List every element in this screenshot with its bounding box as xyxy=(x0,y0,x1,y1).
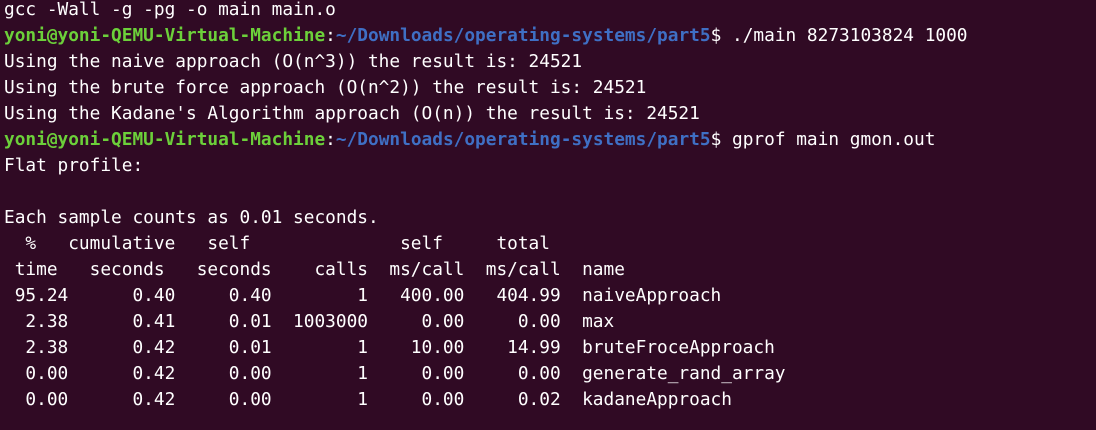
output-line: Each sample counts as 0.01 seconds. xyxy=(4,207,379,228)
profile-header-row: time seconds seconds calls ms/call ms/ca… xyxy=(4,259,668,280)
output-line: Using the Kadane's Algorithm approach (O… xyxy=(4,103,700,124)
profile-row: 2.38 0.42 0.01 1 10.00 14.99 bruteFroceA… xyxy=(4,337,775,358)
prompt-user-host: yoni@yoni-QEMU-Virtual-Machine xyxy=(4,25,326,46)
profile-row: 95.24 0.40 0.40 1 400.00 404.99 naiveApp… xyxy=(4,285,722,306)
output-line: Using the naive approach (O(n^3)) the re… xyxy=(4,51,583,72)
prompt-line: yoni@yoni-QEMU-Virtual-Machine:~/Downloa… xyxy=(4,127,1096,153)
prompt-symbol: $ xyxy=(710,25,732,46)
prompt-separator: : xyxy=(325,129,336,150)
profile-header-row: % cumulative self self total xyxy=(4,233,668,254)
prompt-path: ~/Downloads/operating-systems/part5 xyxy=(335,25,711,46)
prompt-line: yoni@yoni-QEMU-Virtual-Machine:~/Downloa… xyxy=(4,23,1096,49)
profile-row: 0.00 0.42 0.00 1 0.00 0.00 generate_rand… xyxy=(4,363,786,384)
command-text: ./main 8273103824 1000 xyxy=(732,25,968,46)
prompt-separator: : xyxy=(325,25,336,46)
output-line: Flat profile: xyxy=(4,155,144,176)
terminal-window[interactable]: gcc -Wall -g -pg -o main main.o yoni@yon… xyxy=(0,0,1096,427)
profile-row: 2.38 0.41 0.01 1003000 0.00 0.00 max xyxy=(4,311,615,332)
profile-row: 0.00 0.42 0.00 1 0.00 0.02 kadaneApproac… xyxy=(4,389,732,410)
output-line: gcc -Wall -g -pg -o main main.o xyxy=(4,0,336,20)
command-text: gprof main gmon.out xyxy=(732,129,936,150)
prompt-user-host: yoni@yoni-QEMU-Virtual-Machine xyxy=(4,129,326,150)
output-line: Using the brute force approach (O(n^2)) … xyxy=(4,77,647,98)
prompt-symbol: $ xyxy=(710,129,732,150)
prompt-path: ~/Downloads/operating-systems/part5 xyxy=(335,129,711,150)
